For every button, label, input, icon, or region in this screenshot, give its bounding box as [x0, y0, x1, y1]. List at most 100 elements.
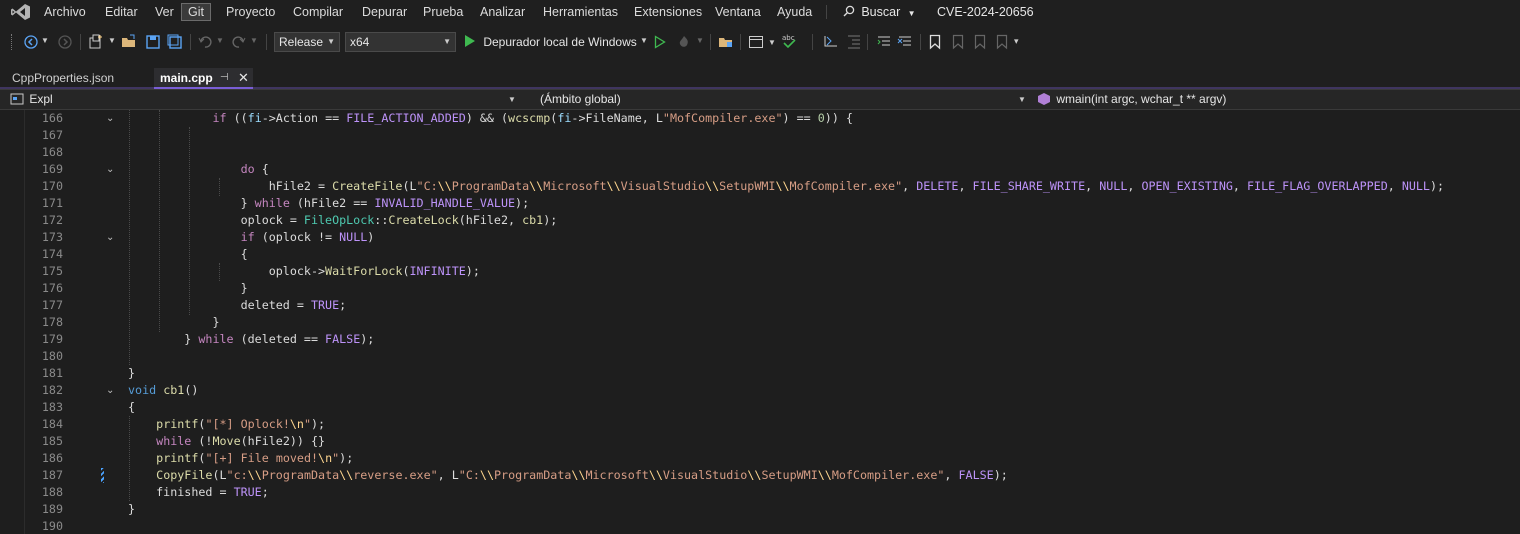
next-bookmark-icon[interactable]	[972, 34, 986, 50]
fold-toggle-icon[interactable]: ⌄	[106, 114, 116, 124]
save-all-icon[interactable]	[167, 34, 183, 50]
code-line[interactable]: finished = TRUE;	[128, 485, 269, 499]
menu-compilar[interactable]: Compilar	[293, 4, 343, 20]
line-number: 190	[41, 519, 63, 533]
menu-depurar[interactable]: Depurar	[362, 4, 407, 20]
configuration-value: Release	[279, 35, 324, 49]
line-number: 167	[41, 128, 63, 142]
platform-dropdown[interactable]: x64 ▼	[345, 32, 456, 52]
menu-proyecto[interactable]: Proyecto	[226, 4, 275, 20]
project-name: Expl	[29, 92, 53, 106]
code-line[interactable]: printf("[*] Oplock!\n");	[128, 417, 325, 431]
navigate-back-icon[interactable]	[24, 35, 38, 49]
code-line[interactable]: }	[128, 502, 135, 516]
line-number: 177	[41, 298, 63, 312]
visual-studio-logo-icon[interactable]	[10, 3, 32, 21]
search-button[interactable]: Buscar ▼	[843, 4, 916, 20]
menu-bar: Archivo Editar Ver Git Proyecto Compilar…	[0, 0, 1520, 24]
hot-reload-icon[interactable]	[676, 34, 692, 50]
open-folder-icon[interactable]	[121, 34, 137, 50]
configuration-dropdown[interactable]: Release ▼	[274, 32, 340, 52]
toolbar-separator	[710, 34, 711, 50]
code-line[interactable]: oplock->WaitForLock(INFINITE);	[128, 264, 480, 278]
code-line[interactable]: } while (deleted == FALSE);	[128, 332, 374, 346]
pin-tab-icon[interactable]: ⊣	[220, 68, 229, 88]
chevron-down-icon[interactable]: ▼	[250, 36, 258, 45]
spell-check-icon[interactable]: abc	[780, 32, 798, 50]
clear-bookmarks-icon[interactable]	[994, 34, 1008, 50]
code-editor[interactable]: 166 167 168 169 170 171 172 173 174 175 176 177 178 1…	[0, 110, 1520, 534]
indent-guide	[219, 178, 220, 196]
chevron-down-icon[interactable]: ▼	[108, 36, 116, 45]
window-layout-icon[interactable]	[748, 34, 764, 50]
chevron-down-icon[interactable]: ▼	[41, 36, 49, 45]
tab-main-cpp[interactable]: main.cpp ⊣ ✕	[154, 68, 253, 89]
chevron-down-icon[interactable]: ▼	[640, 36, 648, 45]
line-number: 174	[41, 247, 63, 261]
code-line[interactable]: do {	[128, 162, 269, 176]
code-line[interactable]: if (oplock != NULL)	[128, 230, 375, 244]
code-line[interactable]: deleted = TRUE;	[128, 298, 347, 312]
menu-ayuda[interactable]: Ayuda	[777, 4, 812, 20]
chevron-down-icon[interactable]: ▼	[768, 38, 776, 47]
navigate-forward-icon[interactable]	[58, 35, 72, 49]
line-number: 180	[41, 349, 63, 363]
line-number: 172	[41, 213, 63, 227]
tab-label: main.cpp	[160, 71, 213, 85]
start-debugging-button[interactable]: Depurador local de Windows	[464, 33, 637, 51]
code-line[interactable]: {	[128, 247, 248, 261]
fold-toggle-icon[interactable]: ⌄	[106, 165, 116, 175]
scope-dropdown[interactable]: (Ámbito global) ▼	[532, 90, 1030, 109]
fold-toggle-icon[interactable]: ⌄	[106, 233, 116, 243]
change-marker	[101, 468, 104, 483]
uncomment-lines-icon[interactable]	[897, 34, 913, 50]
menu-ver[interactable]: Ver	[155, 4, 174, 20]
tab-cppproperties-json[interactable]: CppProperties.json	[6, 68, 160, 89]
undo-icon[interactable]	[198, 35, 212, 49]
comment-lines-icon[interactable]	[876, 34, 892, 50]
menu-ventana[interactable]: Ventana	[715, 4, 761, 20]
code-line[interactable]: if ((fi->Action == FILE_ACTION_ADDED) &&…	[128, 111, 852, 125]
member-dropdown[interactable]: wmain(int argc, wchar_t ** argv)	[1034, 90, 1520, 109]
redo-icon[interactable]	[232, 35, 246, 49]
menu-analizar[interactable]: Analizar	[480, 4, 525, 20]
code-line[interactable]: printf("[+] File moved!\n");	[128, 451, 353, 465]
line-number: 168	[41, 145, 63, 159]
bookmark-icon[interactable]	[929, 34, 941, 50]
line-number: 187	[41, 468, 63, 482]
start-without-debugging-icon[interactable]	[654, 35, 666, 49]
project-dropdown[interactable]: Expl ▼	[6, 90, 520, 109]
menu-editar[interactable]: Editar	[105, 4, 138, 20]
menu-archivo[interactable]: Archivo	[44, 4, 86, 20]
toolbar-options-icon[interactable]: ▾	[1014, 36, 1019, 47]
save-icon[interactable]	[145, 34, 161, 50]
menu-git[interactable]: Git	[181, 3, 211, 21]
line-number: 185	[41, 434, 63, 448]
code-line[interactable]: CopyFile(L"c:\\ProgramData\\reverse.exe"…	[128, 468, 1008, 482]
line-number: 175	[41, 264, 63, 278]
solution-explorer-icon[interactable]	[718, 34, 734, 50]
code-line[interactable]: {	[128, 400, 135, 414]
new-project-icon[interactable]	[88, 34, 104, 50]
menu-herramientas[interactable]: Herramientas	[543, 4, 618, 20]
chevron-down-icon: ▼	[907, 9, 916, 18]
code-line[interactable]: }	[128, 281, 248, 295]
code-line[interactable]: while (!Move(hFile2)) {}	[128, 434, 325, 448]
chevron-down-icon[interactable]: ▼	[216, 36, 224, 45]
previous-bookmark-icon[interactable]	[950, 34, 964, 50]
decrease-indent-icon[interactable]	[822, 34, 840, 50]
code-line[interactable]: hFile2 = CreateFile(L"C:\\ProgramData\\M…	[128, 179, 1444, 193]
method-icon	[1038, 93, 1050, 105]
code-line[interactable]: oplock = FileOpLock::CreateLock(hFile2, …	[128, 213, 558, 227]
code-line[interactable]: }	[128, 366, 135, 380]
menu-extensiones[interactable]: Extensiones	[634, 4, 702, 20]
chevron-down-icon[interactable]: ▼	[696, 36, 704, 45]
menu-prueba[interactable]: Prueba	[423, 4, 463, 20]
code-line[interactable]: }	[128, 315, 219, 329]
toolbar-grip[interactable]	[11, 34, 15, 50]
code-line[interactable]: void cb1()	[128, 383, 198, 397]
increase-indent-icon[interactable]	[846, 34, 862, 50]
line-number: 178	[41, 315, 63, 329]
fold-toggle-icon[interactable]: ⌄	[106, 386, 116, 396]
close-tab-icon[interactable]: ✕	[238, 68, 249, 88]
